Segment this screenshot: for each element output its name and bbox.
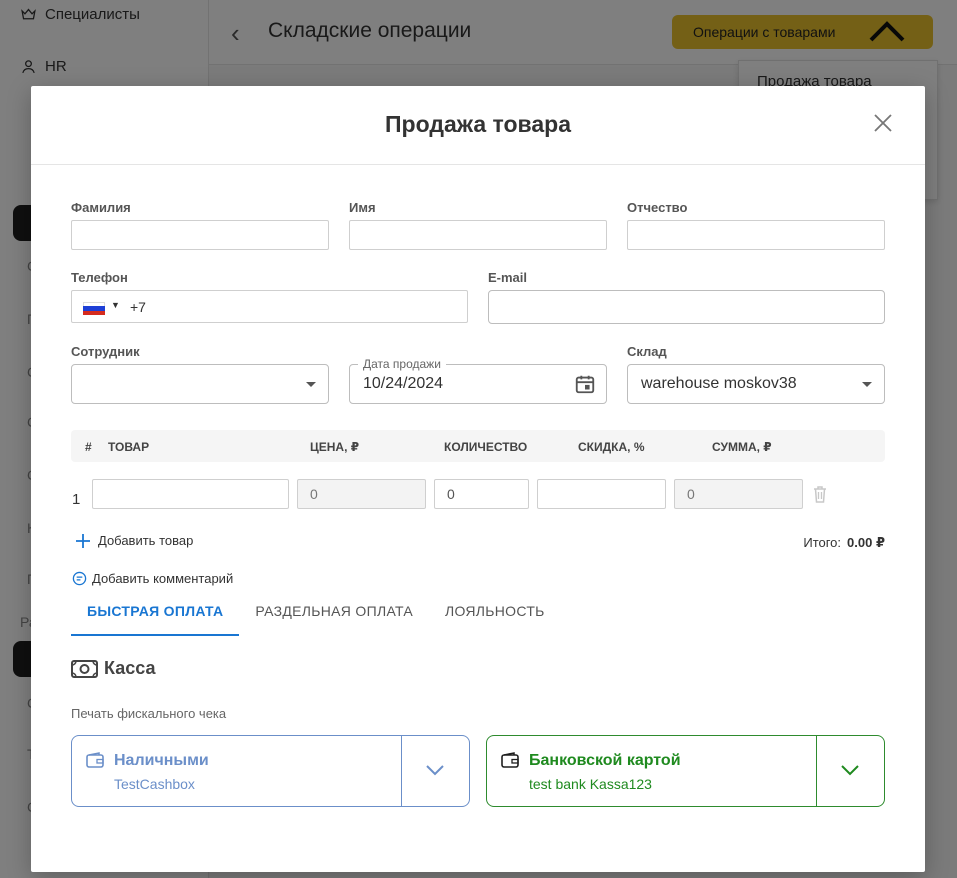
col-header-num: # — [85, 440, 92, 454]
col-header-quantity: КОЛИЧЕСТВО — [444, 440, 528, 454]
dialog-header: Продажа товара — [31, 86, 925, 165]
products-table-header: # ТОВАР ЦЕНА, ₽ КОЛИЧЕСТВО СКИДКА, % СУМ… — [71, 430, 885, 462]
tab-quick-payment[interactable]: БЫСТРАЯ ОПЛАТА — [71, 590, 240, 636]
total: Итого: 0.00 ₽ — [803, 535, 885, 551]
pay-cash-dropdown[interactable] — [402, 736, 469, 806]
middle-name-input[interactable] — [627, 220, 885, 250]
warehouse-value: warehouse moskov38 — [641, 375, 797, 392]
quantity-input[interactable]: 0 — [434, 479, 529, 509]
pay-card-dropdown[interactable] — [817, 736, 884, 806]
dialog-title: Продажа товара — [385, 111, 571, 137]
warehouse-select[interactable]: warehouse moskov38 — [627, 364, 885, 404]
pay-card-cashbox: test bank Kassa123 — [529, 776, 652, 792]
cashbox-title: Касса — [104, 658, 156, 678]
phone-code: +7 — [130, 299, 146, 315]
trash-icon[interactable] — [812, 485, 828, 503]
pay-cash-cashbox: TestCashbox — [114, 776, 195, 792]
add-comment-button[interactable]: Добавить комментарий — [72, 571, 233, 586]
add-item-button[interactable]: Добавить товар — [76, 533, 193, 548]
sale-date-value: 10/24/2024 — [363, 375, 444, 392]
discount-input[interactable] — [537, 479, 666, 509]
total-value: 0.00 ₽ — [847, 535, 885, 550]
row-number: 1 — [72, 491, 81, 508]
caret-down-icon[interactable]: ▼ — [111, 300, 120, 310]
email-input[interactable] — [488, 290, 885, 324]
wallet-icon — [501, 752, 519, 768]
email-label: E-mail — [488, 270, 528, 285]
chevron-down-icon — [841, 765, 859, 776]
pay-cash-main[interactable]: Наличными TestCashbox — [72, 736, 402, 806]
flag-ru-icon[interactable] — [83, 302, 105, 315]
caret-down-icon — [862, 382, 872, 387]
comment-icon — [72, 571, 87, 586]
phone-field[interactable]: ▼ +7 — [71, 290, 468, 323]
warehouse-label: Склад — [627, 344, 667, 359]
col-header-discount: СКИДКА, % — [578, 440, 645, 454]
pay-card-main[interactable]: Банковской картой test bank Kassa123 — [487, 736, 817, 806]
payment-tabs: БЫСТРАЯ ОПЛАТА РАЗДЕЛЬНАЯ ОПЛАТА ЛОЯЛЬНО… — [71, 590, 561, 636]
pay-card-button: Банковской картой test bank Kassa123 — [486, 735, 885, 807]
sale-dialog: Продажа товара Фамилия Имя Отчество Теле… — [31, 86, 925, 872]
col-header-price: ЦЕНА, ₽ — [310, 440, 360, 454]
pay-cash-button: Наличными TestCashbox — [71, 735, 470, 807]
col-header-product: ТОВАР — [108, 440, 150, 454]
sum-input: 0 — [674, 479, 803, 509]
employee-label: Сотрудник — [71, 344, 140, 359]
product-input[interactable] — [92, 479, 289, 509]
last-name-input[interactable] — [71, 220, 329, 250]
price-input: 0 — [297, 479, 426, 509]
pay-card-name: Банковской картой — [529, 752, 681, 769]
first-name-label: Имя — [349, 200, 376, 215]
tab-loyalty[interactable]: ЛОЯЛЬНОСТЬ — [429, 590, 561, 636]
calendar-icon[interactable] — [574, 373, 596, 395]
chevron-down-icon — [426, 765, 444, 776]
pay-cash-name: Наличными — [114, 752, 209, 769]
add-item-label: Добавить товар — [98, 533, 194, 548]
employee-select[interactable] — [71, 364, 329, 404]
first-name-input[interactable] — [349, 220, 607, 250]
close-icon[interactable] — [873, 113, 893, 133]
caret-down-icon — [306, 382, 316, 387]
cashbox-section-title: Касса — [71, 658, 155, 679]
col-header-sum: СУММА, ₽ — [712, 440, 772, 454]
add-comment-label: Добавить комментарий — [92, 571, 234, 586]
fiscal-receipt-label: Печать фискального чека — [71, 706, 227, 721]
sale-date-label: Дата продажи — [358, 357, 446, 371]
plus-icon — [76, 533, 90, 548]
phone-label: Телефон — [71, 270, 128, 285]
tab-split-payment[interactable]: РАЗДЕЛЬНАЯ ОПЛАТА — [239, 590, 429, 636]
wallet-icon — [86, 752, 104, 768]
cash-icon — [71, 659, 98, 678]
total-label: Итого: — [803, 535, 842, 550]
sale-date-field[interactable]: Дата продажи 10/24/2024 — [349, 357, 607, 404]
last-name-label: Фамилия — [71, 200, 131, 215]
middle-name-label: Отчество — [627, 200, 688, 215]
